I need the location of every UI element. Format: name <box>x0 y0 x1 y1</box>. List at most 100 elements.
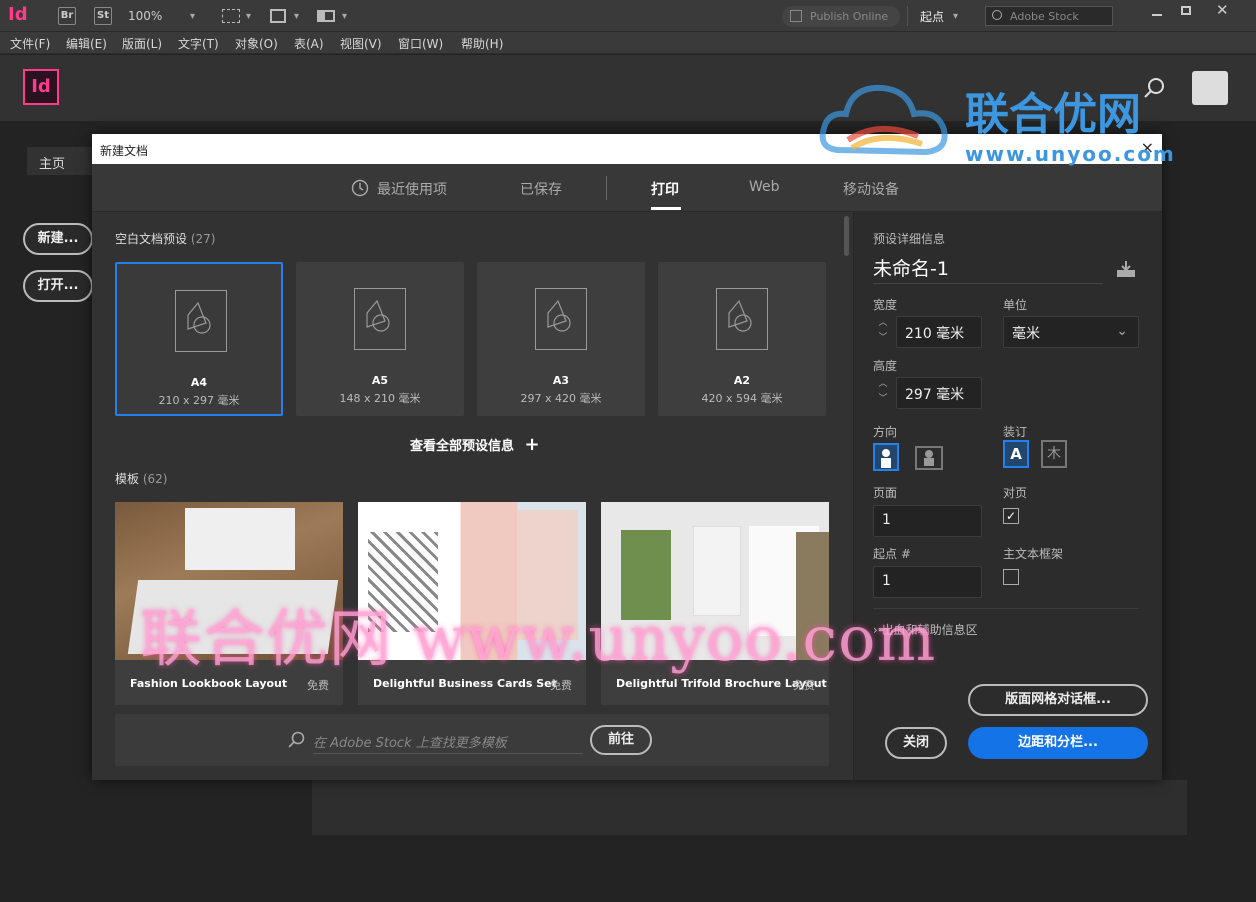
start-page-label: 起点 # <box>873 547 911 561</box>
unit-value: 毫米 <box>1012 326 1040 342</box>
menu-type[interactable]: 文字(T) <box>178 35 219 52</box>
chevron-down-icon[interactable]: ▾ <box>953 11 958 22</box>
tab-separator <box>606 176 607 200</box>
watermark-logo-text: 联合优网 <box>965 89 1141 140</box>
primary-text-frame-checkbox[interactable] <box>1003 569 1019 585</box>
screen-mode-icon[interactable] <box>270 9 286 23</box>
templates-title: 模板 <box>115 472 140 486</box>
margins-columns-button[interactable]: 边距和分栏... <box>968 727 1148 759</box>
height-stepper[interactable]: ︿ ﹀ <box>874 377 892 409</box>
save-preset-icon[interactable] <box>1116 260 1136 278</box>
tab-mobile[interactable]: 移动设备 <box>843 179 899 199</box>
menu-window[interactable]: 窗口(W) <box>398 35 443 52</box>
application-bar: Id Br St 100% ▾ ▾ ▾ ▾ Publish Online 起点 … <box>0 0 1256 32</box>
stock-templates-bar: 在 Adobe Stock 上查找更多模板 前往 <box>115 714 829 766</box>
home-id-logo: Id <box>23 69 59 105</box>
tab-web[interactable]: Web <box>749 179 780 195</box>
template-name: Delightful Business Cards Set <box>373 677 557 690</box>
new-document-dialog: 新建文档 × 最近使用项 已保存 打印 Web 移动设备 空白文档预设 (27) <box>92 134 1162 780</box>
preset-card-a4[interactable]: A4 210 x 297 毫米 <box>115 262 283 416</box>
watermark-overlay-text: 联合优网 www.unyoo.com <box>140 602 937 675</box>
view-all-presets-link[interactable]: 查看全部预设信息 + <box>410 434 540 455</box>
menu-view[interactable]: 视图(V) <box>340 35 382 52</box>
tab-print[interactable]: 打印 <box>651 179 679 199</box>
stock-template-search-input[interactable]: 在 Adobe Stock 上查找更多模板 <box>313 728 583 754</box>
upload-icon <box>790 10 802 22</box>
menu-table[interactable]: 表(A) <box>294 35 324 52</box>
width-stepper[interactable]: ︿ ﹀ <box>874 316 892 348</box>
portrait-orientation-icon[interactable] <box>873 443 899 471</box>
indesign-window: Id Br St 100% ▾ ▾ ▾ ▾ Publish Online 起点 … <box>0 0 1256 902</box>
menu-help[interactable]: 帮助(H) <box>461 35 503 52</box>
preset-name: A5 <box>371 374 389 387</box>
chevron-down-icon[interactable]: ﹀ <box>874 392 892 407</box>
binding-right-to-left-icon[interactable]: 木 <box>1041 440 1067 468</box>
preset-size: 297 x 420 毫米 <box>520 392 602 405</box>
chevron-down-icon[interactable]: ▾ <box>294 11 299 22</box>
preset-card-a3[interactable]: A3 297 x 420 毫米 <box>477 262 645 416</box>
dialog-title: 新建文档 <box>100 144 149 158</box>
close-button[interactable]: 关闭 <box>885 727 947 759</box>
facing-pages-checkbox[interactable]: ✓ <box>1003 508 1019 524</box>
template-price: 免费 <box>307 679 329 692</box>
new-button[interactable]: 新建... <box>23 223 93 255</box>
maximize-icon[interactable] <box>1181 6 1191 15</box>
home-content-panel <box>312 780 1187 835</box>
document-icon <box>354 288 406 350</box>
view-options-icon[interactable] <box>222 9 240 23</box>
chevron-down-icon: ⌄ <box>1116 323 1128 339</box>
clock-icon <box>351 179 369 197</box>
chevron-down-icon[interactable]: ▾ <box>246 11 251 22</box>
menu-file[interactable]: 文件(F) <box>10 35 50 52</box>
separator <box>907 6 908 26</box>
arrange-documents-icon[interactable] <box>317 10 335 22</box>
height-label: 高度 <box>873 359 898 373</box>
chevron-down-icon[interactable]: ﹀ <box>874 331 892 346</box>
unit-label: 单位 <box>1003 298 1028 312</box>
menu-edit[interactable]: 编辑(E) <box>66 35 107 52</box>
document-name-value: 未命名-1 <box>873 258 949 280</box>
home-tab[interactable]: 主页 <box>27 147 93 175</box>
document-name-input[interactable]: 未命名-1 <box>873 254 1103 284</box>
chevron-down-icon[interactable]: ▾ <box>342 11 347 22</box>
workspace-switcher[interactable]: 起点 <box>920 8 944 25</box>
search-icon <box>288 731 305 748</box>
landscape-orientation-icon[interactable] <box>915 446 943 470</box>
menu-layout[interactable]: 版面(L) <box>122 35 162 52</box>
minimize-icon[interactable] <box>1152 14 1162 16</box>
preset-name: A2 <box>733 374 751 387</box>
blank-presets-heading: 空白文档预设 (27) <box>115 230 215 247</box>
indesign-logo: Id <box>8 4 28 25</box>
avatar[interactable] <box>1192 71 1228 105</box>
pages-field[interactable]: 1 <box>873 505 982 537</box>
preset-card-a5[interactable]: A5 148 x 210 毫米 <box>296 262 464 416</box>
tab-recent[interactable]: 最近使用项 <box>377 179 447 199</box>
plus-icon: + <box>524 434 540 455</box>
scrollbar-thumb[interactable] <box>844 216 849 256</box>
bridge-button[interactable]: Br <box>58 7 76 25</box>
tab-saved[interactable]: 已保存 <box>520 179 562 199</box>
pages-label: 页面 <box>873 486 898 500</box>
document-icon <box>175 290 227 352</box>
binding-label: 装订 <box>1003 425 1028 439</box>
preset-card-a2[interactable]: A2 420 x 594 毫米 <box>658 262 826 416</box>
publish-online-label: Publish Online <box>810 10 889 23</box>
chevron-down-icon[interactable]: ▾ <box>190 11 195 22</box>
binding-left-to-right-icon[interactable]: A <box>1003 440 1029 468</box>
open-button[interactable]: 打开... <box>23 270 93 302</box>
height-field[interactable]: 297 毫米 <box>896 377 982 409</box>
layout-grid-dialog-button[interactable]: 版面网格对话框... <box>968 684 1148 716</box>
orientation-label: 方向 <box>873 425 898 439</box>
width-field[interactable]: 210 毫米 <box>896 316 982 348</box>
home-search-icon[interactable] <box>1143 77 1165 99</box>
chevron-up-icon[interactable]: ︿ <box>874 377 892 392</box>
stock-button[interactable]: St <box>94 7 112 25</box>
go-button[interactable]: 前往 <box>590 725 652 755</box>
chevron-up-icon[interactable]: ︿ <box>874 316 892 331</box>
unit-dropdown[interactable]: 毫米 ⌄ <box>1003 316 1139 348</box>
stock-search-input[interactable]: Adobe Stock <box>985 6 1113 26</box>
window-close-icon[interactable]: ✕ <box>1216 1 1229 19</box>
zoom-level[interactable]: 100% <box>128 9 162 23</box>
menu-object[interactable]: 对象(O) <box>235 35 278 52</box>
menu-bar: 文件(F) 编辑(E) 版面(L) 文字(T) 对象(O) 表(A) 视图(V)… <box>0 32 1256 54</box>
